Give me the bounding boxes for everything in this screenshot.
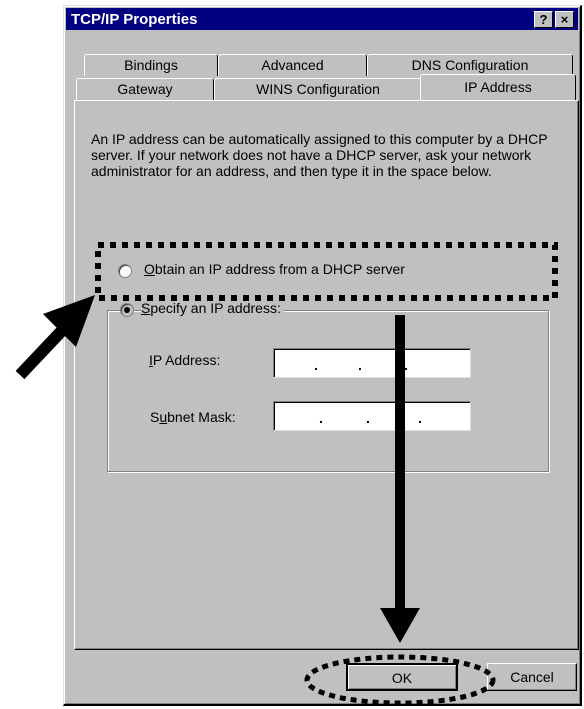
ip-octet-separator: . xyxy=(314,357,318,373)
cancel-button[interactable]: Cancel xyxy=(487,663,577,691)
help-button[interactable]: ? xyxy=(534,11,553,28)
radio-dhcp[interactable] xyxy=(118,264,132,278)
close-button[interactable]: × xyxy=(555,11,574,28)
label-dhcp[interactable]: Obtain an IP address from a DHCP server xyxy=(144,261,405,277)
tab-dns-configuration[interactable]: DNS Configuration xyxy=(367,54,573,76)
ip-address-group xyxy=(107,310,549,472)
radio-specify[interactable] xyxy=(120,303,134,317)
ok-button[interactable]: OK xyxy=(346,663,458,691)
ip-octet-separator: . xyxy=(358,357,362,373)
ip-octet-separator: . xyxy=(418,410,422,426)
subnet-mask-input[interactable]: . . . xyxy=(273,401,471,431)
tab-wins-configuration[interactable]: WINS Configuration xyxy=(214,78,422,100)
radio-specify-dot xyxy=(124,307,130,313)
subnet-mask-label: Subnet Mask: xyxy=(150,409,236,425)
ip-address-label: IP Address: xyxy=(149,352,221,368)
ip-address-input[interactable]: . . . xyxy=(273,348,471,378)
tab-ip-address[interactable]: IP Address xyxy=(420,74,576,100)
title-bar[interactable]: TCP/IP Properties ? × xyxy=(66,8,578,30)
description-text: An IP address can be automatically assig… xyxy=(91,131,548,179)
ip-octet-separator: . xyxy=(319,410,323,426)
tab-bindings[interactable]: Bindings xyxy=(84,54,218,76)
label-specify[interactable]: Specify an IP address: xyxy=(141,300,284,316)
tab-advanced[interactable]: Advanced xyxy=(218,54,367,76)
ip-octet-separator: . xyxy=(366,410,370,426)
window-title: TCP/IP Properties xyxy=(71,11,198,28)
tab-gateway[interactable]: Gateway xyxy=(76,78,214,100)
ip-octet-separator: . xyxy=(404,357,408,373)
